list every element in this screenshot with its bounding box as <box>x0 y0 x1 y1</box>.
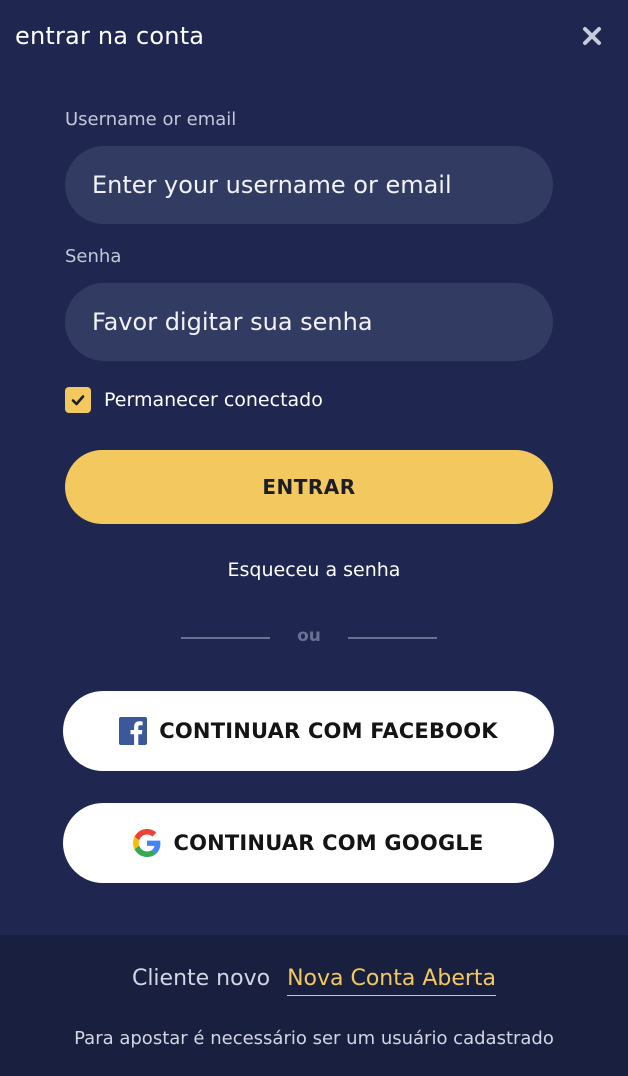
modal-header: entrar na conta <box>0 0 628 80</box>
google-icon <box>133 829 161 857</box>
password-label: Senha <box>65 246 122 267</box>
google-login-button[interactable]: CONTINUAR COM GOOGLE <box>63 803 554 883</box>
registration-info: Para apostar é necessário ser um usuário… <box>74 1028 554 1049</box>
remember-label: Permanecer conectado <box>104 389 323 411</box>
or-divider: ou <box>181 626 437 650</box>
close-button[interactable] <box>580 24 604 48</box>
divider-line-right <box>348 637 437 639</box>
new-client-label: Cliente novo <box>131 966 271 991</box>
facebook-login-label: CONTINUAR COM FACEBOOK <box>159 719 498 743</box>
modal-title: entrar na conta <box>15 22 205 50</box>
facebook-icon <box>119 717 148 745</box>
divider-label: ou <box>297 626 321 646</box>
remember-me[interactable]: Permanecer conectado <box>65 387 323 413</box>
remember-checkbox[interactable] <box>65 387 91 413</box>
close-icon <box>583 27 601 45</box>
new-client-row: Cliente novo Nova Conta Aberta <box>0 966 628 996</box>
google-login-label: CONTINUAR COM GOOGLE <box>173 831 484 855</box>
facebook-login-button[interactable]: CONTINUAR COM FACEBOOK <box>63 691 554 771</box>
login-button-label: ENTRAR <box>262 475 356 499</box>
username-label: Username or email <box>65 109 237 130</box>
new-account-link[interactable]: Nova Conta Aberta <box>287 966 497 996</box>
checkmark-icon <box>71 395 85 406</box>
login-button[interactable]: ENTRAR <box>65 450 553 524</box>
forgot-password-link[interactable]: Esqueceu a senha <box>0 559 628 581</box>
password-input[interactable] <box>65 283 553 361</box>
username-input[interactable] <box>65 146 553 224</box>
modal-footer: Cliente novo Nova Conta Aberta Para apos… <box>0 935 628 1076</box>
